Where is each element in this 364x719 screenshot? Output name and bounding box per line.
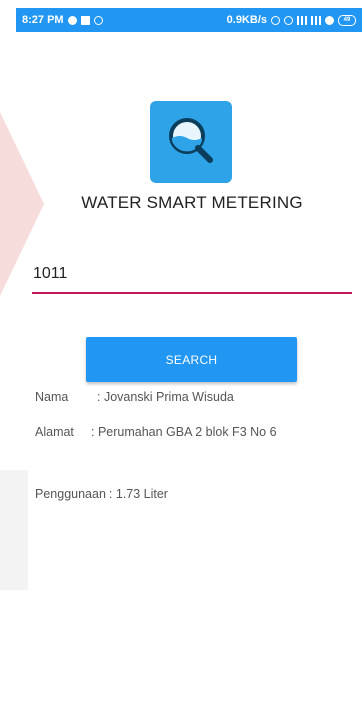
app-logo — [150, 101, 232, 183]
signal-icon — [297, 15, 307, 25]
penggunaan-label: Penggunaan — [35, 487, 106, 501]
signal-2-icon — [311, 15, 321, 25]
alamat-value: : Perumahan GBA 2 blok F3 No 6 — [91, 425, 277, 439]
water-magnifier-icon — [169, 118, 213, 163]
nama-label: Nama — [35, 390, 69, 404]
status-right: 0.9KB/s 49 — [227, 14, 356, 26]
app-title: WATER SMART METERING — [81, 193, 303, 212]
status-time: 8:27 PM — [22, 14, 64, 26]
result-alamat-row: Alamat : Perumahan GBA 2 blok F3 No 6 — [35, 425, 277, 439]
penggunaan-value: : 1.73 Liter — [108, 487, 168, 501]
meter-id-field — [32, 260, 354, 294]
network-speed: 0.9KB/s — [226, 14, 267, 26]
background-watermark-lower — [0, 470, 28, 590]
whatsapp-icon — [93, 15, 103, 25]
battery-icon: 49 — [338, 14, 356, 26]
wifi-icon — [325, 15, 334, 25]
bluetooth-icon — [271, 15, 280, 25]
alamat-label: Alamat — [35, 425, 74, 439]
search-button[interactable]: SEARCH — [86, 337, 297, 382]
result-nama-row: Nama : Jovanski Prima Wisuda — [35, 390, 234, 404]
notification-icon — [80, 15, 90, 25]
messenger-icon — [67, 15, 77, 25]
status-left: 8:27 PM — [22, 14, 103, 26]
alarm-icon — [284, 15, 293, 25]
meter-id-input[interactable] — [32, 260, 354, 288]
status-bar: 8:27 PM 0.9KB/s 49 — [16, 8, 362, 32]
nama-value: : Jovanski Prima Wisuda — [97, 390, 234, 404]
result-penggunaan-row: Penggunaan: 1.73 Liter — [35, 487, 168, 501]
